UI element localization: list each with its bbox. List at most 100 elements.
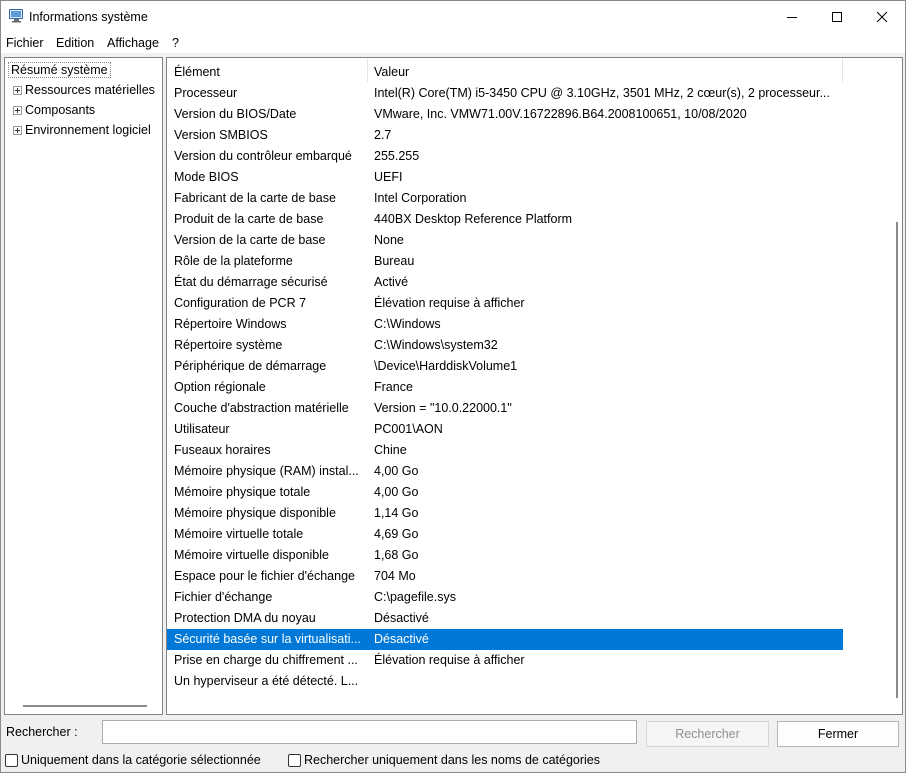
selected-category-label: Uniquement dans la catégorie sélectionné…: [21, 753, 261, 767]
cell-value: None: [374, 233, 404, 247]
cell-element: Mémoire physique (RAM) instal...: [174, 464, 359, 478]
table-row[interactable]: Fichier d'échange C:\pagefile.sys: [167, 587, 843, 608]
table-row[interactable]: Répertoire Windows C:\Windows: [167, 314, 843, 335]
table-row[interactable]: Fabricant de la carte de base Intel Corpo…: [167, 188, 843, 209]
cell-value: C:\Windows: [374, 317, 441, 331]
menu-affichage[interactable]: Affichage: [107, 36, 159, 50]
menu-fichier[interactable]: Fichier: [6, 36, 44, 50]
column-header-value[interactable]: Valeur: [374, 65, 409, 79]
cell-value: 4,00 Go: [374, 464, 419, 478]
table-row[interactable]: Utilisateur PC001\AON: [167, 419, 843, 440]
cell-element: Espace pour le fichier d'échange: [174, 569, 355, 583]
cell-element: Configuration de PCR 7: [174, 296, 307, 310]
column-divider[interactable]: [842, 58, 843, 82]
search-label: Rechercher :: [6, 725, 78, 739]
table-row[interactable]: Mémoire virtuelle totale 4,69 Go: [167, 524, 843, 545]
table-row[interactable]: Version du contrôleur embarqué 255.255: [167, 146, 843, 167]
maximize-button[interactable]: [814, 1, 860, 33]
category-tree[interactable]: Résumé système Ressources matérielles Co…: [4, 57, 163, 715]
expand-icon[interactable]: [13, 126, 22, 135]
cell-element: Un hyperviseur a été détecté. L...: [174, 674, 359, 688]
search-input[interactable]: [102, 720, 637, 744]
tree-item-label: Environnement logiciel: [25, 123, 151, 137]
expand-icon[interactable]: [13, 106, 22, 115]
cell-element: Version SMBIOS: [174, 128, 268, 142]
search-button[interactable]: Rechercher: [646, 721, 769, 747]
column-divider[interactable]: [367, 58, 368, 82]
cell-element: Version du BIOS/Date: [174, 107, 297, 121]
list-vertical-scrollbar[interactable]: [896, 222, 898, 698]
cell-value: Version = "10.0.22000.1": [374, 401, 512, 415]
cell-value: Bureau: [374, 254, 415, 268]
cell-element: État du démarrage sécurisé: [174, 275, 328, 289]
table-row[interactable]: Version de la carte de base None: [167, 230, 843, 251]
cell-element: Mémoire physique totale: [174, 485, 311, 499]
cell-value: Activé: [374, 275, 409, 289]
table-row[interactable]: Mémoire physique totale 4,00 Go: [167, 482, 843, 503]
close-icon: [876, 11, 888, 23]
table-row[interactable]: Produit de la carte de base 440BX Desktop…: [167, 209, 843, 230]
table-row[interactable]: Prise en charge du chiffrement ... Élévat…: [167, 650, 843, 671]
cell-value: 1,14 Go: [374, 506, 419, 520]
table-row[interactable]: Configuration de PCR 7 Élévation requise …: [167, 293, 843, 314]
menu-edition[interactable]: Edition: [56, 36, 94, 50]
tree-item-system-summary[interactable]: Résumé système: [8, 62, 111, 78]
cell-value: Élévation requise à afficher: [374, 296, 525, 310]
table-row[interactable]: État du démarrage sécurisé Activé: [167, 272, 843, 293]
cell-value: PC001\AON: [374, 422, 443, 436]
tree-horizontal-scrollbar[interactable]: [23, 705, 147, 707]
cell-value: \Device\HarddiskVolume1: [374, 359, 518, 373]
details-list[interactable]: Élément Valeur Processeur Intel(R) Core(T…: [166, 57, 903, 715]
option-selected-category[interactable]: Uniquement dans la catégorie sélectionné…: [5, 753, 261, 767]
table-row[interactable]: Mémoire virtuelle disponible 1,68 Go: [167, 545, 843, 566]
cell-element: Processeur: [174, 86, 238, 100]
table-row[interactable]: Espace pour le fichier d'échange 704 Mo: [167, 566, 843, 587]
table-row[interactable]: Répertoire système C:\Windows\system32: [167, 335, 843, 356]
expand-icon[interactable]: [13, 86, 22, 95]
cell-element: Version de la carte de base: [174, 233, 326, 247]
close-window-button[interactable]: [859, 1, 905, 33]
option-category-names[interactable]: Rechercher uniquement dans les noms de c…: [288, 753, 600, 767]
table-row[interactable]: Mémoire physique (RAM) instal... 4,00 Go: [167, 461, 843, 482]
table-row[interactable]: Processeur Intel(R) Core(TM) i5-3450 CPU …: [167, 83, 843, 104]
cell-element: Prise en charge du chiffrement ...: [174, 653, 358, 667]
cell-value: C:\Windows\system32: [374, 338, 498, 352]
category-names-checkbox[interactable]: [288, 753, 301, 767]
cell-value: 1,68 Go: [374, 548, 419, 562]
table-row[interactable]: Périphérique de démarrage \Device\Harddis…: [167, 356, 843, 377]
table-row[interactable]: Rôle de la plateforme Bureau: [167, 251, 843, 272]
cell-value: 440BX Desktop Reference Platform: [374, 212, 573, 226]
tree-item-label: Ressources matérielles: [25, 83, 155, 97]
minimize-button[interactable]: [769, 1, 815, 33]
cell-value: 2.7: [374, 128, 392, 142]
category-names-label: Rechercher uniquement dans les noms de c…: [304, 753, 601, 767]
cell-value: 4,00 Go: [374, 485, 419, 499]
cell-value: Élévation requise à afficher: [374, 653, 525, 667]
list-rows: Processeur Intel(R) Core(TM) i5-3450 CPU …: [167, 83, 887, 692]
title-bar: Informations système: [1, 1, 905, 33]
menu-help[interactable]: ?: [172, 36, 179, 50]
cell-element: Produit de la carte de base: [174, 212, 324, 226]
table-row[interactable]: Version SMBIOS 2.7: [167, 125, 843, 146]
tree-item-label: Composants: [25, 103, 96, 117]
cell-element: Mémoire virtuelle disponible: [174, 548, 329, 562]
table-row[interactable]: Version du BIOS/Date VMware, Inc. VMW71.0…: [167, 104, 843, 125]
table-row[interactable]: Mémoire physique disponible 1,14 Go: [167, 503, 843, 524]
cell-value: Intel(R) Core(TM) i5-3450 CPU @ 3.10GHz,…: [374, 86, 830, 100]
cell-value: Désactivé: [374, 632, 429, 646]
close-button[interactable]: Fermer: [777, 721, 899, 747]
table-row[interactable]: Un hyperviseur a été détecté. L...: [167, 671, 843, 692]
maximize-icon: [832, 12, 842, 22]
table-row[interactable]: Sécurité basée sur la virtualisati... Dés…: [167, 629, 843, 650]
table-row[interactable]: Option régionale France: [167, 377, 843, 398]
table-row[interactable]: Fuseaux horaires Chine: [167, 440, 843, 461]
table-row[interactable]: Mode BIOS UEFI: [167, 167, 843, 188]
cell-element: Option régionale: [174, 380, 266, 394]
selected-category-checkbox[interactable]: [5, 753, 18, 767]
column-header-element[interactable]: Élément: [174, 65, 220, 79]
cell-element: Sécurité basée sur la virtualisati...: [174, 632, 361, 646]
cell-value: Désactivé: [374, 611, 429, 625]
table-row[interactable]: Protection DMA du noyau Désactivé: [167, 608, 843, 629]
table-row[interactable]: Couche d'abstraction matérielle Version =…: [167, 398, 843, 419]
cell-element: Utilisateur: [174, 422, 230, 436]
